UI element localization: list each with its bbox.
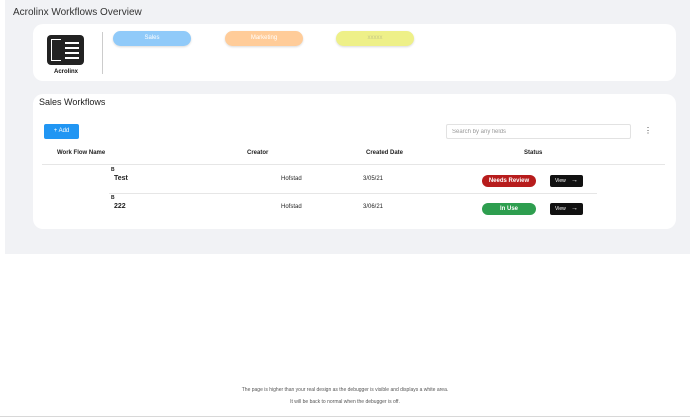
workflow-type-icon: B [111,195,115,201]
debugger-notice-line2: It will be back to normal when the debug… [290,399,400,405]
view-button-label: View [555,178,566,184]
workflow-date: 3/06/21 [363,204,384,210]
workflow-name: Test [114,175,128,182]
debugger-notice-line1: The page is higher than your real design… [241,387,449,393]
add-button[interactable]: + Add [44,124,79,139]
workflow-creator: Hofstad [281,176,302,182]
column-header-date: Created Date [366,150,404,156]
arrow-right-icon: → [571,205,578,212]
workflows-card: Sales Workflows + Add ⋮ Work Flow Name C… [33,94,676,229]
column-header-name: Work Flow Name [57,150,106,156]
workflow-date: 3/05/21 [363,176,384,182]
pill-sales[interactable]: Sales [113,31,191,46]
status-badge: In Use [482,203,536,215]
search-input[interactable] [446,124,631,139]
header-divider [42,164,665,165]
page-title: Acrolinx Workflows Overview [13,7,142,18]
workflow-name: 222 [114,203,126,210]
pill-third[interactable]: xxxxx [336,31,414,46]
arrow-right-icon: → [571,177,578,184]
view-button-label: View [555,206,566,212]
section-title: Sales Workflows [39,97,106,107]
category-card: Acrolinx Sales Marketing xxxxx [33,24,676,81]
app-canvas: Acrolinx Workflows Overview Acrolinx Sal… [5,0,690,254]
view-button[interactable]: View → [550,203,583,215]
row-divider [109,193,597,194]
bottom-divider [0,416,690,417]
workflow-creator: Hofstad [281,204,302,210]
pill-marketing[interactable]: Marketing [225,31,303,46]
kebab-menu-icon[interactable]: ⋮ [644,126,652,136]
divider [102,32,103,74]
column-header-creator: Creator [247,150,269,156]
workflow-type-icon: B [111,167,115,173]
status-badge: Needs Review [482,175,536,187]
view-button[interactable]: View → [550,175,583,187]
document-icon[interactable] [47,35,84,65]
logo-label: Acrolinx [53,69,78,75]
column-header-status: Status [524,150,543,156]
